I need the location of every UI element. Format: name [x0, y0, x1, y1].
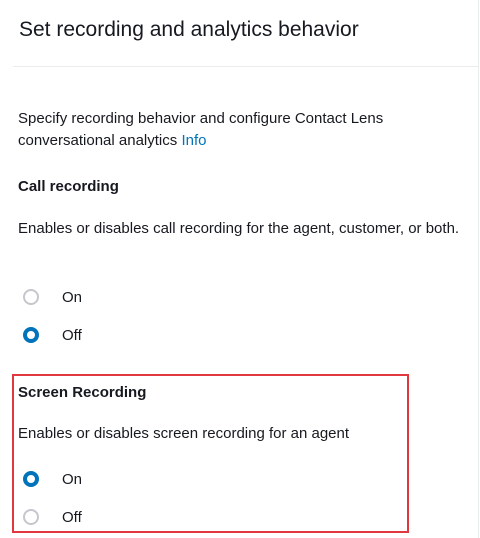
screen-recording-on-label: On	[62, 470, 83, 488]
call-recording-on-radio[interactable]	[23, 289, 39, 305]
panel-description: Specify recording behavior and configure…	[18, 108, 468, 152]
call-recording-on-option[interactable]: On	[23, 287, 82, 307]
screen-recording-on-option[interactable]: On	[23, 469, 82, 489]
call-recording-description: Enables or disables call recording for t…	[18, 220, 460, 237]
call-recording-off-label: Off	[62, 326, 82, 344]
call-recording-title: Call recording	[18, 178, 119, 195]
header-divider	[13, 66, 478, 67]
call-recording-off-option[interactable]: Off	[23, 325, 82, 345]
panel-title: Set recording and analytics behavior	[19, 18, 359, 41]
screen-recording-description: Enables or disables screen recording for…	[18, 425, 350, 442]
info-link[interactable]: Info	[181, 132, 206, 149]
recording-behavior-panel: Set recording and analytics behavior Spe…	[0, 0, 479, 538]
screen-recording-title: Screen Recording	[18, 384, 147, 401]
screen-recording-off-option[interactable]: Off	[23, 507, 82, 527]
screen-recording-off-radio[interactable]	[23, 509, 39, 525]
call-recording-off-radio[interactable]	[23, 327, 39, 343]
call-recording-on-label: On	[62, 288, 83, 306]
screen-recording-off-label: Off	[62, 508, 82, 526]
screen-recording-on-radio[interactable]	[23, 471, 39, 487]
